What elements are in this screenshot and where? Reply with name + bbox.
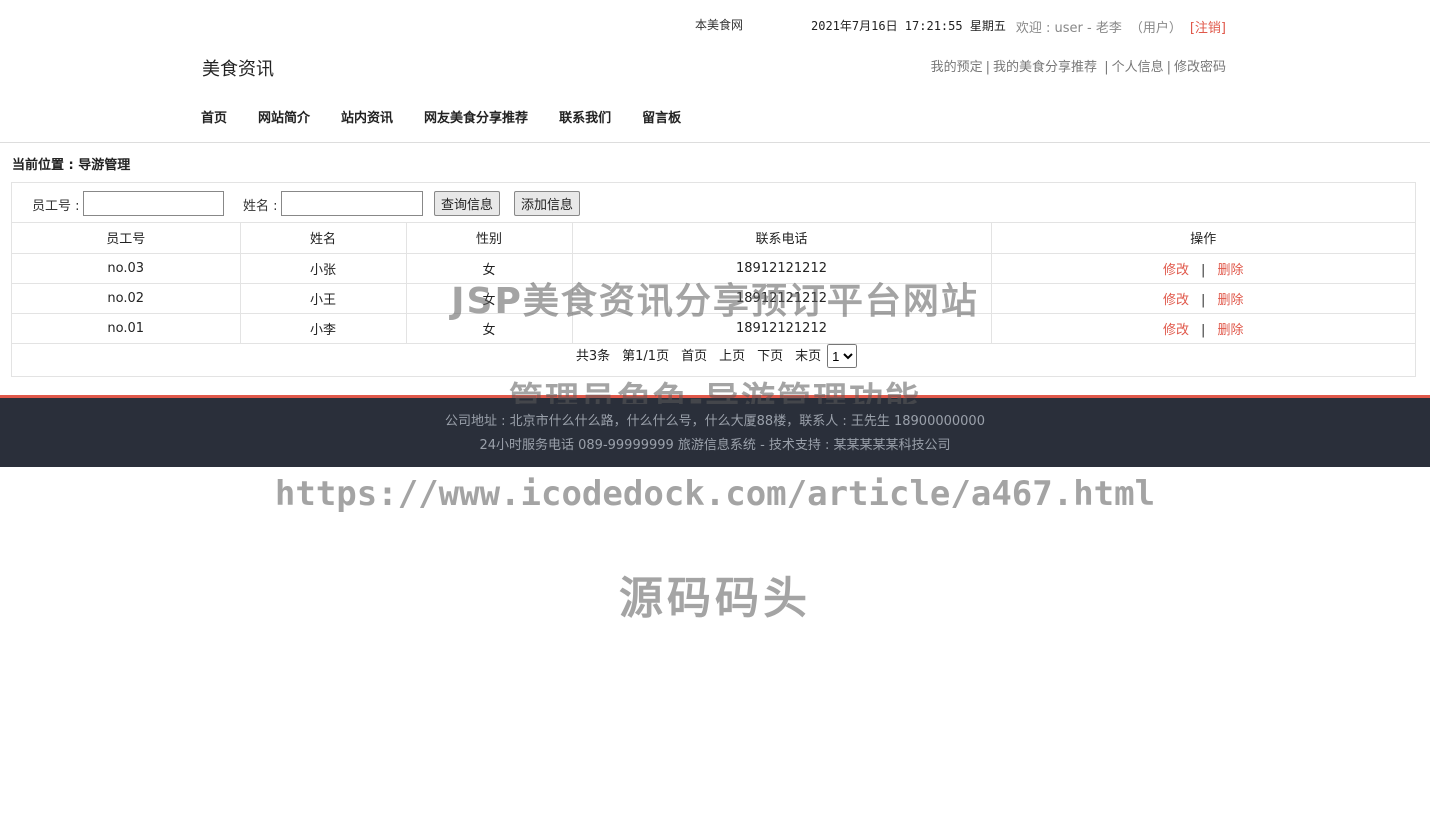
phone-cell: 18912121212 [571,252,992,284]
footer-service-line: 24小时服务电话 089-99999999 旅游信息系统 - 技术支持 : 某某… [479,438,951,453]
table-row: no.02 小王 女 18912121212 修改 | 删除 [12,282,1415,314]
name-cell: 小王 [239,282,407,314]
logout-link[interactable]: [注销] [1190,21,1226,36]
column-header: 员工号 [12,223,241,254]
phone-cell: 18912121212 [571,282,992,314]
last-page-link[interactable]: 末页 [795,349,821,364]
nav-contact[interactable]: 联系我们 [559,107,611,126]
my-reservations-link[interactable]: 我的预定 [931,60,983,75]
edit-link[interactable]: 修改 [1163,263,1189,278]
user-role: （用户） [1129,21,1182,36]
search-bar: 员工号 : 姓名 : 查询信息 添加信息 [12,183,1415,223]
nav-guestbook[interactable]: 留言板 [642,107,681,126]
actions-cell: 修改 | 删除 [990,312,1415,344]
gender-cell: 女 [405,282,573,314]
delete-link[interactable]: 删除 [1217,323,1243,338]
nav-divider [0,142,1430,143]
site-title: 美食资讯 [202,59,274,80]
actions-cell: 修改 | 删除 [990,252,1415,284]
name-cell: 小张 [239,252,407,284]
prev-page-link[interactable]: 上页 [719,349,745,364]
column-header: 联系电话 [571,223,992,254]
nav-about[interactable]: 网站简介 [258,107,310,126]
main-nav: 首页 网站简介 站内资讯 网友美食分享推荐 联系我们 留言板 [201,107,712,126]
watermark-site: 源码码头 [619,573,811,624]
edit-link[interactable]: 修改 [1163,293,1189,308]
page-select[interactable]: 1 [827,344,858,368]
guide-table: 员工号 姓名 性别 联系电话 操作 no.03 小张 女 18912121212… [12,223,1415,344]
column-header: 姓名 [239,223,407,254]
welcome-text: 欢迎 : user - 老李 [1015,21,1122,36]
employee-id-cell: no.02 [12,282,241,314]
footer-address: 公司地址 : 北京市什么什么路，什么什么号，什么大厦88楼，联系人 : 王先生 … [445,414,985,429]
nav-news[interactable]: 站内资讯 [341,107,393,126]
datetime-display: 2021年7月16日 17:21:55 星期五 [811,19,1006,33]
separator: | [985,60,991,75]
employee-id-label: 员工号 : [32,199,80,214]
action-separator: | [1201,292,1206,308]
watermark-url: https://www.icodedock.com/article/a467.h… [274,474,1156,514]
column-header: 性别 [405,223,573,254]
guide-management-panel: 员工号 : 姓名 : 查询信息 添加信息 员工号 姓名 性别 联系电话 操作 n… [11,182,1416,377]
add-button[interactable]: 添加信息 [514,191,581,216]
user-links: 我的预定 | 我的美食分享推荐 | 个人信息 | 修改密码 [931,56,1226,75]
delete-link[interactable]: 删除 [1217,293,1243,308]
edit-link[interactable]: 修改 [1163,323,1189,338]
breadcrumb: 当前位置 : 导游管理 [12,158,131,173]
actions-cell: 修改 | 删除 [990,282,1415,314]
personal-info-link[interactable]: 个人信息 [1112,60,1164,75]
top-bar: 本美食网 2021年7月16日 17:21:55 星期五 欢迎 : user -… [0,14,1430,36]
action-separator: | [1201,262,1206,278]
table-header-row: 员工号 姓名 性别 联系电话 操作 [12,223,1415,254]
my-food-share-link[interactable]: 我的美食分享推荐 [993,60,1097,75]
gender-cell: 女 [405,312,573,344]
action-separator: | [1201,322,1206,338]
table-row: no.03 小张 女 18912121212 修改 | 删除 [12,252,1415,284]
name-cell: 小李 [239,312,407,344]
name-label: 姓名 : [243,199,278,214]
name-input[interactable] [281,191,423,216]
column-header: 操作 [990,223,1415,254]
separator: | [1166,60,1171,75]
pagination: 共3条 第1/1页 首页 上页 下页 末页 1 [12,344,1415,368]
total-count: 共3条 [575,348,611,364]
employee-id-cell: no.03 [12,252,241,284]
separator: | [1100,60,1109,75]
nav-home[interactable]: 首页 [201,107,227,126]
first-page-link[interactable]: 首页 [681,349,707,364]
next-page-link[interactable]: 下页 [757,349,783,364]
employee-id-input[interactable] [83,191,224,216]
page-info: 第1/1页 [622,348,670,364]
welcome-area: 欢迎 : user - 老李 （用户） [注销] [1016,17,1226,36]
change-password-link[interactable]: 修改密码 [1174,60,1226,75]
employee-id-cell: no.01 [12,312,241,344]
nav-food-share[interactable]: 网友美食分享推荐 [424,107,528,126]
phone-cell: 18912121212 [571,312,992,344]
scrolling-notice: 本美食网 [695,18,743,32]
footer: 公司地址 : 北京市什么什么路，什么什么号，什么大厦88楼，联系人 : 王先生 … [0,395,1430,467]
query-button[interactable]: 查询信息 [434,191,501,216]
delete-link[interactable]: 删除 [1217,263,1243,278]
gender-cell: 女 [405,252,573,284]
table-row: no.01 小李 女 18912121212 修改 | 删除 [12,312,1415,344]
